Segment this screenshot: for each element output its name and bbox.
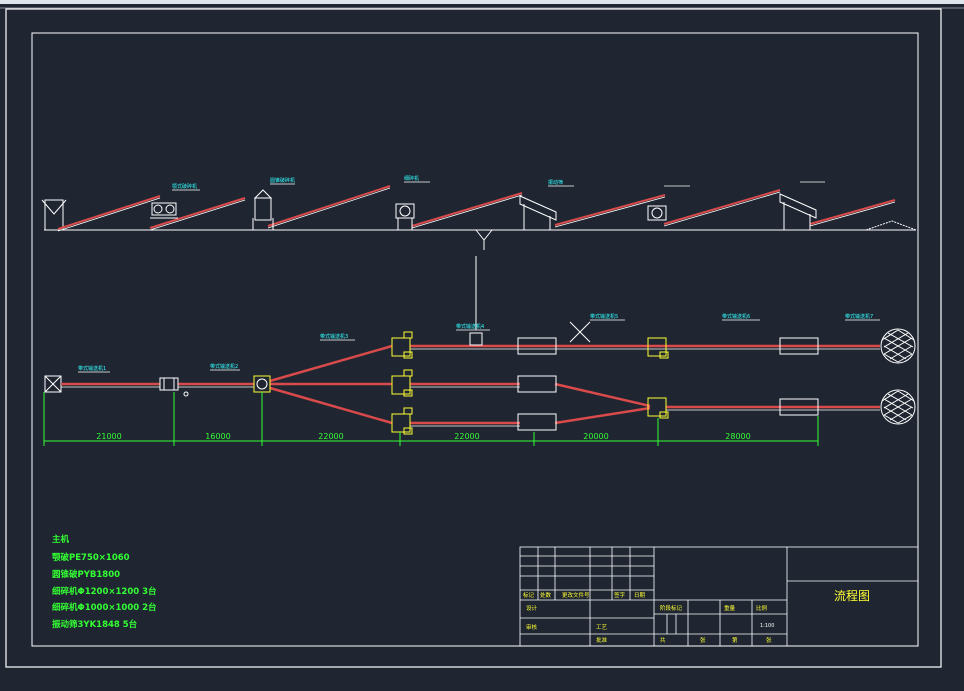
callout-conveyor-7: 带式输送机7	[845, 313, 873, 320]
drawing-title: 流程图	[834, 588, 870, 603]
tb-label-process: 工艺	[596, 624, 608, 631]
callout-jaw-crusher: 颚式破碎机	[172, 183, 197, 190]
elev-conveyor-1	[57, 195, 161, 230]
tb-row-label-1: 标记	[523, 591, 535, 599]
jaw-crusher-elevation	[150, 202, 178, 219]
tb-label-scale: 比例	[756, 604, 768, 612]
dim-2: 16000	[205, 432, 230, 441]
transfer-point	[469, 332, 483, 346]
cone-crusher-plan	[253, 375, 271, 393]
notes-heading: 主机	[52, 534, 70, 545]
tb-label-sheets-2: 张	[766, 636, 772, 644]
fine-crusher-plan-4	[647, 337, 669, 359]
dim-3: 22000	[318, 432, 343, 441]
tb-label-design: 设计	[526, 604, 538, 612]
x-marker	[569, 321, 591, 343]
feed-hopper-plan	[44, 375, 62, 393]
callout-conveyor-5: 带式输送机5	[590, 313, 618, 320]
tb-label-weight: 重量	[724, 604, 736, 612]
tb-row-label-4: 签字	[614, 591, 626, 599]
notes-line-5: 振动筛3YK1848 5台	[52, 619, 138, 630]
dimension-labels: 21000 16000 22000 22000 20000 28000	[96, 432, 750, 441]
fine-crusher-plan-2	[391, 369, 413, 397]
fine-crusher-plan-1	[391, 331, 413, 359]
callout-conveyor-2: 带式输送机2	[210, 363, 238, 370]
elevation-conveyors	[57, 185, 896, 230]
notes-line-1: 颚破PE750×1060	[52, 552, 130, 563]
callout-cone-crusher: 圆锥破碎机	[270, 177, 295, 184]
elev-conveyor-7	[809, 199, 896, 225]
tb-label-sheet-no: 第	[732, 636, 738, 644]
fine-crusher-plan-3	[391, 407, 413, 435]
vibrating-screen-plan-2	[517, 375, 557, 393]
fine-crusher-plan-5	[647, 397, 669, 419]
tb-label-total: 共	[660, 636, 666, 644]
callout-conveyor-1: 带式输送机1	[78, 365, 106, 372]
callout-conveyor-3: 带式输送机3	[320, 333, 348, 340]
tb-label-sheets-1: 张	[700, 636, 706, 644]
plan-conveyor-3a	[269, 344, 393, 383]
callout-fine-crusher: 细碎机	[404, 175, 419, 182]
tb-row-label-2: 处数	[540, 591, 552, 599]
dim-4: 22000	[454, 432, 479, 441]
tb-scale-value: 1:100	[760, 623, 774, 629]
dim-1: 21000	[96, 432, 121, 441]
elev-conveyor-3	[267, 185, 391, 227]
fine-crusher-elevation-1	[395, 203, 415, 230]
plan-conveyor-3c	[269, 386, 393, 425]
tb-label-stage: 阶段标记	[660, 604, 683, 612]
vibrating-screen-plan-3	[517, 413, 557, 431]
plan-conveyors	[61, 344, 880, 425]
plan-conveyor-merge-b	[554, 406, 651, 425]
vibrating-screen-elevation-1	[519, 195, 557, 230]
notes-line-3: 细碎机Φ1200×1200 3台	[52, 586, 157, 597]
stockpiles-plan	[880, 328, 916, 425]
cone-crusher-elevation	[252, 189, 274, 230]
section-marker	[475, 229, 493, 330]
plan-conveyor-merge-a	[554, 382, 651, 408]
callout-conveyor-4: 带式输送机4	[456, 323, 484, 330]
elev-conveyor-4	[411, 192, 523, 227]
elev-conveyor-6	[663, 189, 781, 225]
callout-leaders	[78, 181, 880, 373]
elevation-view	[41, 185, 917, 232]
equipment-notes: 主机 颚破PE750×1060 圆锥破PYB1800 细碎机Φ1200×1200…	[52, 534, 157, 630]
stockpile-elevation	[865, 220, 917, 231]
callout-screen: 振动筛	[548, 179, 563, 186]
title-block-labels: 标记 处数 更改文件号 签字 日期 设计 审核 工艺 批准 阶段标记 重量 比例…	[523, 591, 772, 644]
dim-6: 28000	[725, 432, 750, 441]
notes-line-4: 细碎机Φ1000×1000 2台	[52, 602, 157, 613]
window-top-strip	[0, 0, 964, 4]
inner-frame	[31, 32, 919, 647]
callout-conveyor-6: 带式输送机6	[722, 313, 750, 320]
tb-row-label-3: 更改文件号	[562, 591, 590, 599]
tb-label-approve: 批准	[596, 636, 608, 644]
dimension-chain	[43, 392, 819, 446]
notes-line-2: 圆锥破PYB1800	[52, 569, 120, 580]
dim-5: 20000	[583, 432, 608, 441]
cad-drawing-canvas: 带式输送机1 颚式破碎机 圆锥破碎机 振动筛 细碎机 带式输送机2 带式输送机3…	[0, 0, 964, 668]
feed-hopper	[41, 199, 67, 231]
tb-label-review: 审核	[526, 623, 538, 631]
fine-crusher-elevation-2	[647, 205, 667, 221]
tb-row-label-5: 日期	[634, 592, 646, 599]
